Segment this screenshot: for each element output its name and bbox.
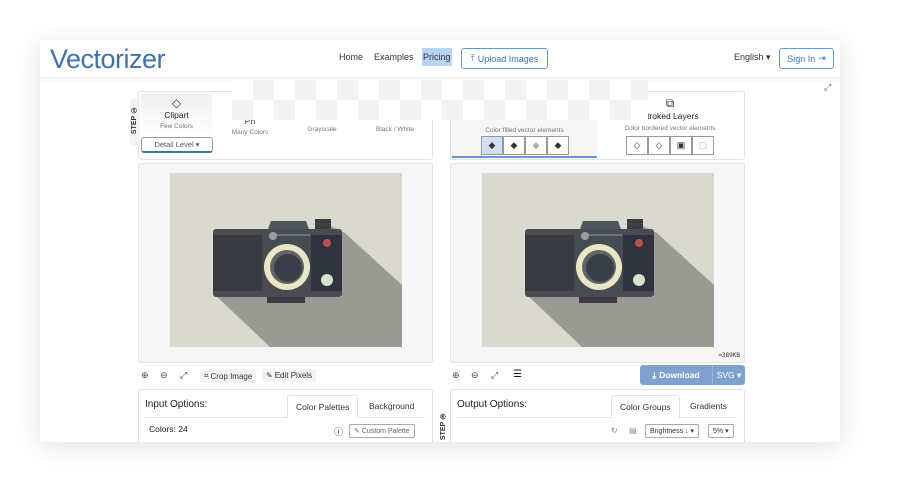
- output-options-panel: Output Options: Color Groups Gradients ↻…: [450, 389, 745, 442]
- app-window: Vectorizer Home Examples Pricing ⤒ Upload…: [40, 40, 840, 442]
- layers-light-icon[interactable]: ◆: [525, 136, 547, 155]
- input-preview: [138, 163, 433, 363]
- menu-icon[interactable]: ☰: [513, 369, 522, 380]
- language-label: English: [734, 52, 764, 62]
- palette-icon[interactable]: ▤: [629, 426, 637, 435]
- crop-label: Crop Image: [210, 371, 253, 381]
- mode-grayscale[interactable]: Grayscale: [292, 126, 352, 133]
- stroked-square-icon[interactable]: ▣: [670, 136, 692, 155]
- help-icon[interactable]: ⓘ: [334, 425, 343, 438]
- nav-pricing[interactable]: Pricing: [422, 48, 452, 66]
- stroked-square-light-icon[interactable]: ▢: [692, 136, 714, 155]
- header: Vectorizer Home Examples Pricing ⤒ Upload…: [40, 40, 840, 78]
- stroked-layers-icon[interactable]: ◇: [626, 136, 648, 155]
- sign-in-label: Sign In: [787, 53, 816, 64]
- mode-sub: Black / White: [376, 126, 414, 133]
- reset-icon[interactable]: ↻: [611, 426, 618, 435]
- tab-color-palettes[interactable]: Color Palettes: [287, 395, 359, 418]
- input-image: [170, 173, 402, 347]
- step-label: STEP ③: [440, 412, 447, 441]
- threshold-dropdown[interactable]: 5% ▾: [708, 424, 734, 438]
- fit-icon[interactable]: ⤢: [491, 370, 498, 381]
- custom-palette-label: Custom Palette: [361, 428, 410, 435]
- crop-image-button[interactable]: ⌗ Crop Image: [200, 369, 257, 383]
- file-size: ≈389KB: [718, 352, 740, 359]
- step-label: STEP ①: [131, 106, 138, 135]
- output-image: [482, 173, 714, 347]
- download-button[interactable]: ⤓ Download: [640, 365, 713, 385]
- sign-in-button[interactable]: Sign In ⇥: [779, 48, 834, 69]
- format-label: SVG: [716, 370, 735, 380]
- zoom-out-icon[interactable]: ⊖: [160, 370, 168, 381]
- mode-sub: Color bordered vector elements: [624, 125, 716, 132]
- mode-sub: Few Colors: [160, 123, 193, 130]
- input-options-title: Input Options:: [145, 399, 208, 410]
- crop-icon: ⌗: [204, 371, 209, 380]
- layers-filled-icon[interactable]: ◆: [481, 136, 503, 155]
- expand-icon[interactable]: ⤢: [824, 82, 831, 93]
- output-preview: ≈389KB: [450, 163, 745, 363]
- divider: [145, 417, 425, 418]
- format-dropdown[interactable]: SVG ▾: [713, 365, 745, 385]
- output-options-title: Output Options:: [457, 399, 528, 410]
- tab-gradients[interactable]: Gradients: [682, 395, 735, 417]
- download-group: ⤓ Download SVG ▾: [640, 365, 745, 385]
- edit-pixels-button[interactable]: ✎ Edit Pixels: [262, 369, 317, 382]
- zoom-in-icon[interactable]: ⊕: [141, 370, 149, 381]
- nav-examples[interactable]: Examples: [374, 52, 414, 62]
- sign-in-icon: ⇥: [818, 53, 826, 63]
- divider: [457, 417, 737, 418]
- edit-icon: ✎: [266, 371, 273, 380]
- detail-level-dropdown[interactable]: Detail Level ▾: [141, 137, 213, 153]
- tab-background[interactable]: Background: [361, 395, 422, 417]
- upload-icon: ⤒: [470, 53, 475, 63]
- download-icon: ⤓: [652, 369, 657, 380]
- loading-overlay: [232, 80, 648, 120]
- zoom-out-icon[interactable]: ⊖: [471, 370, 479, 381]
- mode-sub: Grayscale: [307, 126, 337, 133]
- mode-title: Clipart: [164, 110, 189, 120]
- threshold-label: 5%: [713, 428, 724, 435]
- colors-count: Colors: 24: [149, 424, 188, 434]
- input-options-panel: Input Options: Color Palettes Background…: [138, 389, 433, 442]
- mode-black-white[interactable]: Black / White: [365, 126, 425, 133]
- nav-home[interactable]: Home: [339, 52, 363, 62]
- layers-filled-alt-icon[interactable]: ◆: [503, 136, 525, 155]
- stroked-layers-alt-icon[interactable]: ◇: [648, 136, 670, 155]
- download-label: Download: [659, 370, 700, 380]
- upload-images-button[interactable]: ⤒ Upload Images: [461, 48, 548, 69]
- diamond-icon: ◇: [171, 96, 182, 110]
- tab-color-groups[interactable]: Color Groups: [611, 395, 680, 418]
- mode-sub: Many Colors: [231, 129, 269, 136]
- sort-label: Brightness ↓: [650, 428, 689, 435]
- sort-dropdown[interactable]: Brightness ↓ ▾: [645, 424, 699, 438]
- upload-label: Upload Images: [477, 53, 539, 64]
- custom-palette-button[interactable]: ✎ Custom Palette: [349, 424, 415, 438]
- language-select[interactable]: English ▾: [734, 52, 771, 63]
- mode-sub: Color filled vector elements: [485, 127, 564, 134]
- detail-level-label: Detail Level: [154, 140, 194, 149]
- zoom-in-icon[interactable]: ⊕: [452, 370, 460, 381]
- fit-icon[interactable]: ⤢: [180, 370, 187, 381]
- logo[interactable]: Vectorizer: [50, 44, 166, 75]
- edit-label: Edit Pixels: [274, 371, 313, 380]
- mode-clipart[interactable]: ◇ Clipart Few Colors: [141, 94, 212, 138]
- layers-stack-icon[interactable]: ◆: [547, 136, 569, 155]
